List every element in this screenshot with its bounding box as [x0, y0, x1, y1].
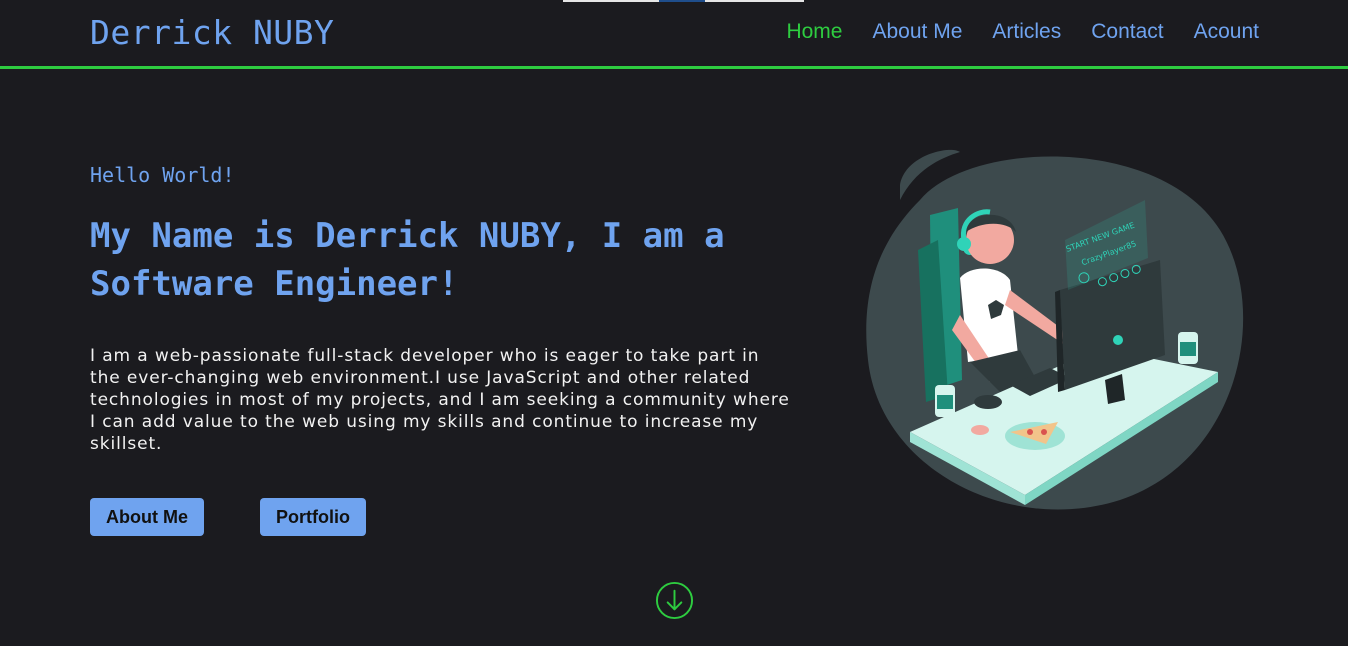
- nav-home[interactable]: Home: [786, 20, 842, 44]
- portfolio-button[interactable]: Portfolio: [260, 498, 366, 536]
- nav-articles[interactable]: Articles: [992, 20, 1061, 44]
- gamer-illustration: START NEW GAME CrazyPlayer85: [866, 149, 1244, 510]
- site-logo[interactable]: Derrick NUBY: [90, 13, 334, 52]
- hero-greeting: Hello World!: [90, 163, 235, 187]
- nav-account[interactable]: Acount: [1194, 20, 1259, 44]
- main-nav: Home About Me Articles Contact Acount: [786, 20, 1259, 44]
- about-me-button[interactable]: About Me: [90, 498, 204, 536]
- nav-about-me[interactable]: About Me: [872, 20, 962, 44]
- nav-contact[interactable]: Contact: [1091, 20, 1163, 44]
- hero-intro: I am a web-passionate full-stack develop…: [90, 346, 790, 454]
- site-header: Derrick NUBY Home About Me Articles Cont…: [0, 0, 1348, 69]
- arrow-down-circle-icon[interactable]: [655, 581, 694, 620]
- hero-headline: My Name is Derrick NUBY, I am a Software…: [90, 216, 725, 304]
